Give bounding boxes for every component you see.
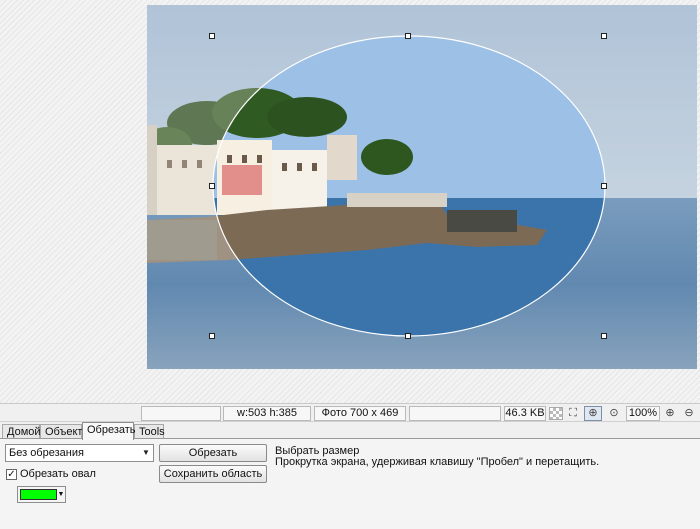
- selection-size: w:503 h:385: [223, 406, 311, 421]
- crop-button[interactable]: Обрезать: [159, 444, 267, 462]
- status-empty-cell-2: [409, 406, 501, 421]
- fit-screen-icon[interactable]: ⛶: [565, 406, 581, 421]
- photo-image: [147, 5, 697, 369]
- checkbox-box[interactable]: ✓: [6, 468, 17, 480]
- photo[interactable]: [147, 5, 697, 369]
- crop-oval-label: Обрезать овал: [20, 468, 96, 481]
- handle-bottom-left[interactable]: [209, 333, 215, 339]
- handle-top-left[interactable]: [209, 33, 215, 39]
- info-hint: Прокрутка экрана, удерживая клавишу "Про…: [275, 456, 600, 468]
- crop-oval-checkbox[interactable]: ✓ Обрезать овал: [6, 468, 96, 482]
- crop-mode-select[interactable]: Без обрезания ▼: [5, 444, 154, 462]
- handle-top-right[interactable]: [601, 33, 607, 39]
- color-picker[interactable]: ▼: [17, 486, 66, 503]
- crop-panel: Без обрезания ▼ Обрезать Сохранить облас…: [0, 438, 700, 529]
- tab-crop[interactable]: Обрезать: [82, 422, 136, 440]
- tab-bar: Домой Объект Обрезать Tools: [0, 422, 700, 440]
- save-area-button[interactable]: Сохранить область: [159, 465, 267, 483]
- zoom-out-icon[interactable]: ⊖: [681, 406, 697, 421]
- checkerboard-icon[interactable]: [549, 407, 563, 420]
- zoom-fit-icon[interactable]: ⊙: [606, 406, 622, 421]
- handle-bottom-right[interactable]: [601, 333, 607, 339]
- handle-middle-right[interactable]: [601, 183, 607, 189]
- handle-top-center[interactable]: [405, 33, 411, 39]
- actual-size-icon[interactable]: ⊕: [584, 406, 602, 421]
- image-canvas[interactable]: [0, 0, 700, 403]
- handle-middle-left[interactable]: [209, 183, 215, 189]
- chevron-down-icon: ▼: [142, 448, 150, 457]
- status-empty-cell: [141, 406, 221, 421]
- status-bar: w:503 h:385 Фото 700 x 469 46.3 KB ⛶ ⊕ ⊙…: [0, 403, 700, 422]
- file-size: 46.3 KB: [504, 406, 546, 421]
- handle-bottom-center[interactable]: [405, 333, 411, 339]
- crop-mode-value: Без обрезания: [9, 447, 84, 459]
- chevron-down-icon: ▼: [57, 491, 65, 498]
- zoom-level: 100%: [626, 406, 660, 421]
- photo-dimensions: Фото 700 x 469: [314, 406, 406, 421]
- color-swatch: [20, 489, 57, 500]
- zoom-in-icon[interactable]: ⊕: [662, 406, 678, 421]
